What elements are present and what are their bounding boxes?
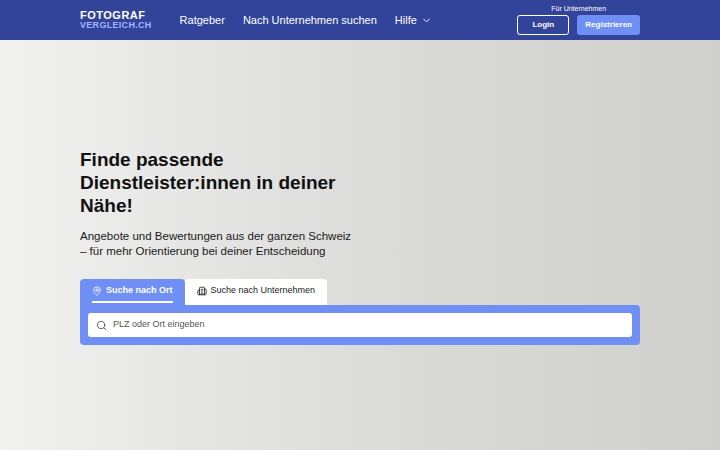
search-tab[interactable]: Suche nach Ort xyxy=(80,279,185,305)
search-icon xyxy=(96,320,107,331)
register-button[interactable]: Registrieren xyxy=(577,15,640,35)
search-field[interactable]: PLZ oder Ort eingeben xyxy=(88,313,632,337)
nav-item[interactable]: Hilfe xyxy=(395,12,432,29)
logo[interactable]: FOTOGRAFVERGLEICH.CH xyxy=(80,10,152,30)
top-bar: FOTOGRAFVERGLEICH.CH Ratgeber Nach Unterne… xyxy=(0,0,720,40)
building-icon xyxy=(197,286,207,296)
chevron-down-icon xyxy=(421,15,432,26)
hero-subtitle: Angebote und Bewertungen aus der ganzen … xyxy=(80,229,360,259)
hero-title: Finde passende Dienstleister:innen in de… xyxy=(80,148,370,217)
search-tab[interactable]: Suche nach Unternehmen xyxy=(185,279,328,305)
search-tabs: Suche nach OrtSuche nach Unternehmen xyxy=(80,279,640,305)
business-area: Für UnternehmenLoginRegistrieren xyxy=(517,5,640,35)
map-pin-icon xyxy=(92,286,102,296)
search-panel: PLZ oder Ort eingeben xyxy=(80,305,640,345)
page: FOTOGRAFVERGLEICH.CH Ratgeber Nach Unterne… xyxy=(0,0,720,450)
main-nav: Ratgeber Nach Unternehmen suchen Hilfe xyxy=(180,12,432,29)
nav-item[interactable]: Ratgeber xyxy=(180,12,225,29)
hero: Finde passende Dienstleister:innen in de… xyxy=(0,40,720,450)
nav-item[interactable]: Nach Unternehmen suchen xyxy=(243,12,377,29)
login-button[interactable]: Login xyxy=(517,15,569,35)
